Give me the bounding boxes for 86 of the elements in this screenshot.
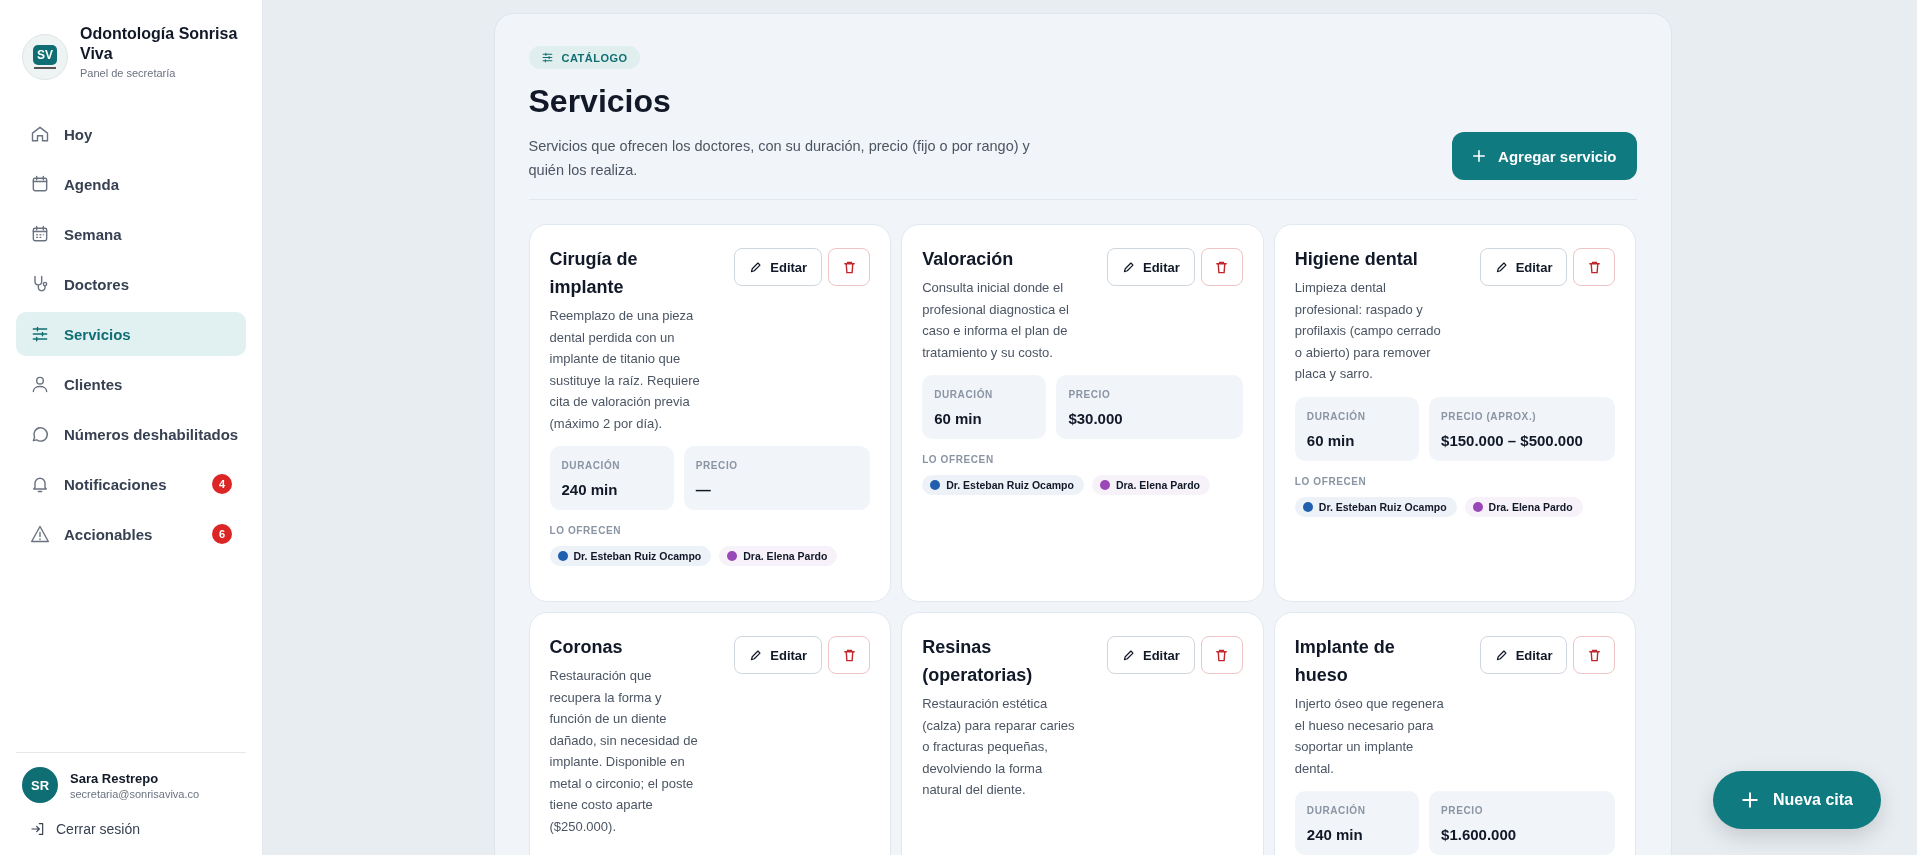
offered-by-label: LO OFRECEN (922, 454, 995, 465)
edit-button[interactable]: Editar (1479, 636, 1568, 674)
nav-item[interactable]: Servicios (16, 312, 246, 356)
nav-item[interactable]: Semana (16, 212, 246, 256)
trash-icon (841, 259, 857, 275)
service-description: Consulta inicial donde el profesional diagnostica el caso e informa el plan de tratamiento y su costo. (922, 279, 1070, 362)
service-name: Implante de hueso (1294, 636, 1396, 687)
nav-item[interactable]: Clientes (16, 362, 246, 406)
doctor-chip: Dr. Esteban Ruiz Ocampo (922, 475, 1084, 495)
service-description: Restauración que recupera la forma y función de un diente dañado, sin necesidad de implante. Disponible en metal o circonio; el poste tiene costo aparte ($250.000). (549, 667, 699, 836)
panel-subtitle: Panel de secretaría (80, 67, 177, 79)
offered-by-label: LO OFRECEN (1294, 475, 1368, 487)
chat-icon (30, 424, 50, 444)
stat-box: PRECIO — (683, 446, 871, 510)
new-appointment-button[interactable]: Nueva cita (1712, 771, 1881, 829)
delete-button[interactable] (1200, 248, 1243, 286)
user-email: secretaria@sonrisaviva.co (70, 787, 200, 800)
service-name: Coronas (549, 636, 624, 659)
pencil-icon (749, 648, 763, 662)
delete-button[interactable] (828, 248, 871, 286)
home-icon (30, 124, 50, 144)
delete-button[interactable] (1573, 636, 1616, 674)
sliders-icon (30, 324, 50, 344)
pencil-icon (1494, 260, 1508, 274)
edit-button[interactable]: Editar (734, 636, 823, 674)
edit-button[interactable]: Editar (1107, 248, 1195, 286)
doctor-chip: Dra. Elena Pardo (1091, 475, 1210, 495)
offered-by-label: LO OFRECEN (549, 525, 623, 536)
nav-item[interactable]: Números deshabilitados (16, 412, 246, 456)
edit-button[interactable]: Editar (1479, 248, 1568, 286)
service-description: Reemplazo de una pieza dental perdida con un implante de titanio que sustituye la raíz. Requiere cita de valoración previa (máximo 2 por día). (549, 307, 701, 433)
count-badge: 6 (212, 524, 232, 544)
nav-item[interactable]: Accionables 6 (16, 512, 246, 556)
nav-item[interactable]: Notificaciones 4 (16, 462, 246, 506)
pencil-icon (1122, 648, 1135, 662)
trash-icon (1587, 259, 1602, 275)
sliders-icon (540, 51, 554, 64)
doctor-chip: Dr. Esteban Ruiz Ocampo (549, 546, 712, 566)
trash-icon (1587, 647, 1602, 663)
trash-icon (1214, 647, 1230, 663)
doctor-chip: Dra. Elena Pardo (1464, 496, 1583, 517)
clinic-name: Odontología Sonrisa Viva (80, 24, 239, 64)
pencil-icon (1494, 648, 1508, 662)
user-icon (30, 374, 50, 394)
stat-box: DURACIÓN 60 min (922, 375, 1047, 439)
add-service-button[interactable]: Agregar servicio (1452, 132, 1637, 180)
trash-icon (841, 647, 857, 663)
page-description: Servicios que ofrecen los doctores, con su duración, precio (fijo o por rango) y quién los realiza. (528, 137, 1031, 180)
doctor-chip: Dra. Elena Pardo (719, 546, 838, 566)
user-avatar: SR (22, 767, 58, 803)
logout-link[interactable]: Cerrar sesión (16, 803, 246, 837)
doctor-chip: Dr. Esteban Ruiz Ocampo (1294, 496, 1457, 517)
logout-icon (30, 821, 46, 837)
delete-button[interactable] (1200, 636, 1243, 674)
pencil-icon (749, 260, 763, 274)
plus-icon (1740, 791, 1759, 809)
nav-item[interactable]: Doctores (16, 262, 246, 306)
stat-box: PRECIO (APROX.) $150.000 – $500.000 (1429, 396, 1616, 461)
service-description: Restauración estética (calza) para reparar caries o fracturas pequeñas, devolviendo la forma natural del diente. (922, 695, 1076, 799)
plus-icon (1472, 149, 1487, 163)
clinic-logo: SV (22, 34, 68, 80)
warning-icon (30, 524, 50, 544)
section-tag: CATÁLOGO (528, 46, 640, 69)
nav-item[interactable]: Agenda (16, 162, 246, 206)
stat-box: PRECIO $1.600.000 (1429, 791, 1616, 855)
calendar-icon (30, 174, 50, 194)
service-description: Limpieza dental profesional: raspado y profilaxis (campo cerrado o abierto) para remover placa y sarro. (1294, 279, 1442, 383)
delete-button[interactable] (828, 636, 871, 674)
page-title: Servicios (528, 83, 672, 120)
trash-icon (1214, 259, 1230, 275)
service-description: Injerto óseo que regenera el hueso necesario para soportar un implante dental. (1294, 695, 1445, 778)
stat-box: DURACIÓN 240 min (1294, 791, 1420, 855)
delete-button[interactable] (1573, 248, 1616, 286)
edit-button[interactable]: Editar (1107, 636, 1195, 674)
stat-box: DURACIÓN 60 min (1294, 396, 1420, 461)
stat-box: DURACIÓN 240 min (549, 446, 674, 510)
service-name: Cirugía de implante (549, 248, 639, 299)
service-name: Resinas (operatorias) (922, 636, 1034, 687)
stat-box: PRECIO $30.000 (1056, 375, 1243, 439)
user-name: Sara Restrepo (70, 770, 160, 786)
nav-item[interactable]: Hoy (16, 112, 246, 156)
edit-button[interactable]: Editar (734, 248, 823, 286)
service-name: Valoración (922, 248, 1015, 271)
pencil-icon (1122, 260, 1135, 274)
service-name: Higiene dental (1294, 248, 1419, 271)
count-badge: 4 (212, 474, 232, 494)
